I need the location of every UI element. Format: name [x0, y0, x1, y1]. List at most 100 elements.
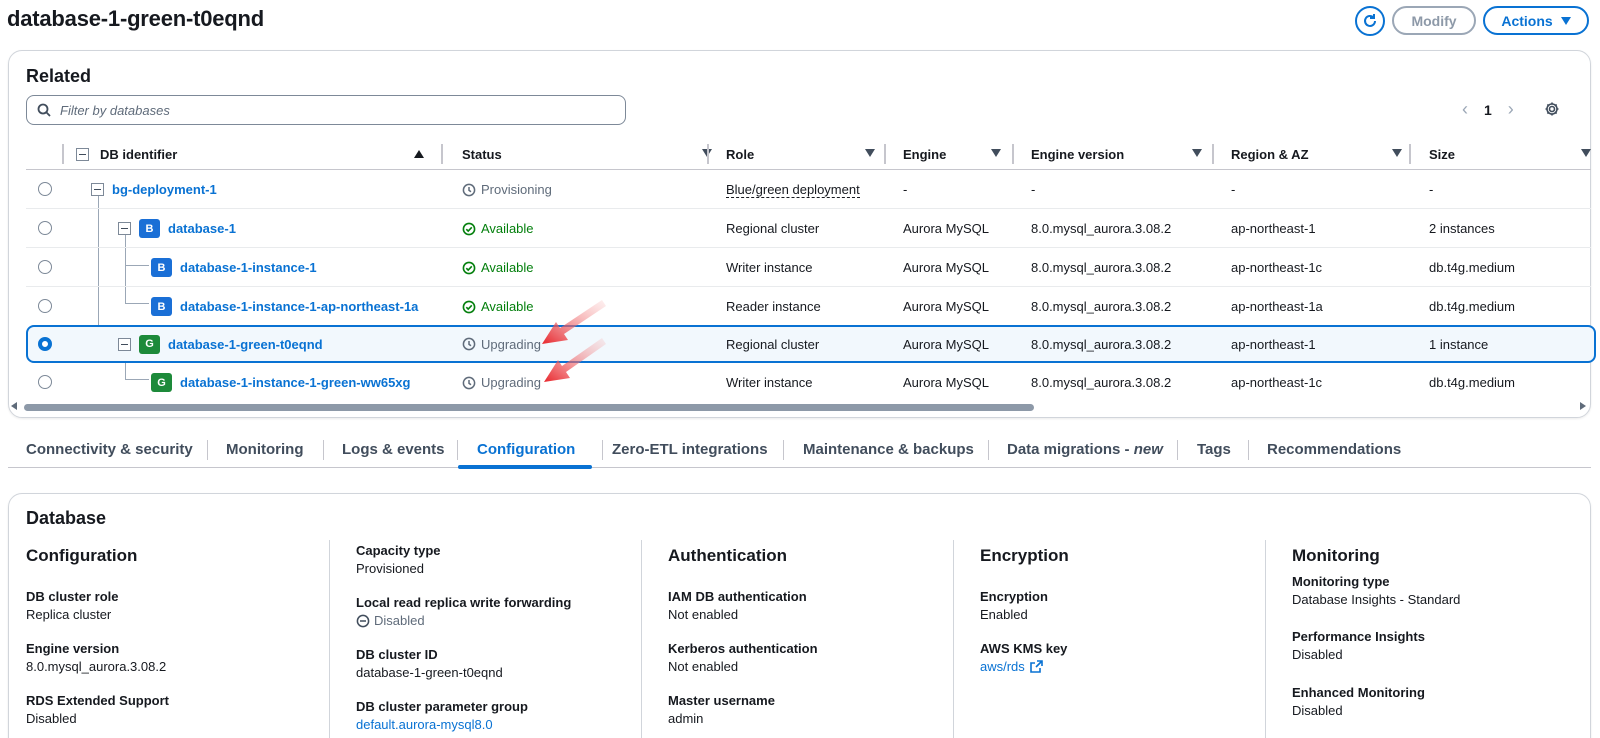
row-radio[interactable] — [38, 375, 52, 389]
engine-version-text: 8.0.mysql_aurora.3.08.2 — [1031, 260, 1172, 275]
engine-text: - — [903, 182, 908, 197]
tab-bar: Connectivity & security Monitoring Logs … — [8, 430, 1591, 468]
sort-icon — [991, 149, 1001, 157]
collapse-icon[interactable] — [91, 183, 104, 196]
field-value: Not enabled — [668, 659, 739, 674]
database-title: Database — [26, 508, 107, 528]
size-text: db.t4g.medium — [1429, 260, 1515, 275]
field-value: Provisioned — [356, 561, 424, 576]
column-db-identifier[interactable]: DB identifier — [76, 138, 436, 170]
db-identifier-link[interactable]: database-1-green-t0eqnd — [168, 337, 323, 352]
role-text: Reader instance — [726, 299, 821, 314]
role-text: Writer instance — [726, 260, 813, 275]
table-row[interactable]: B database-1-instance-1-ap-northeast-1a … — [26, 287, 1591, 326]
column-region-az[interactable]: Region & AZ — [1231, 138, 1426, 170]
clock-icon — [462, 183, 476, 196]
field-value: 8.0.mysql_aurora.3.08.2 — [26, 659, 167, 674]
field-label: Encryption — [980, 589, 1048, 604]
tab-data-migrations[interactable]: Data migrations - new — [1007, 430, 1163, 468]
filter-box[interactable] — [26, 95, 626, 125]
check-circle-icon — [462, 222, 476, 235]
table-header: DB identifier Status Role Engine Engine … — [26, 138, 1591, 170]
collapse-icon[interactable] — [118, 337, 131, 351]
column-role[interactable]: Role — [726, 138, 907, 170]
field-label: AWS KMS key — [980, 641, 1068, 656]
field-label: DB cluster role — [26, 589, 119, 604]
db-identifier-link[interactable]: database-1-instance-1-ap-northeast-1a — [180, 299, 418, 314]
status-text: Provisioning — [481, 182, 552, 197]
field-label: Enhanced Monitoring — [1292, 685, 1425, 700]
scroll-right-icon[interactable] — [1580, 402, 1586, 410]
status-text: Available — [481, 299, 534, 314]
collapse-icon[interactable] — [118, 222, 131, 235]
column-status[interactable]: Status — [462, 138, 722, 170]
engine-version-text: 8.0.mysql_aurora.3.08.2 — [1031, 375, 1172, 390]
current-page[interactable]: 1 — [1484, 102, 1492, 118]
new-label: new — [1133, 440, 1163, 458]
tab-logs-events[interactable]: Logs & events — [342, 430, 445, 468]
sort-icon — [1192, 149, 1202, 157]
tab-tags[interactable]: Tags — [1197, 430, 1231, 468]
engine-version-text: - — [1031, 182, 1036, 197]
prev-page-icon[interactable]: ‹ — [1462, 99, 1468, 120]
db-identifier-link[interactable]: database-1-instance-1 — [180, 260, 317, 275]
column-engine-version[interactable]: Engine version — [1031, 138, 1226, 170]
field-value: database-1-green-t0eqnd — [356, 665, 503, 680]
refresh-icon — [1364, 14, 1376, 27]
row-radio[interactable] — [38, 299, 52, 313]
sort-asc-icon — [414, 150, 424, 158]
clock-icon — [462, 337, 476, 351]
gear-icon[interactable] — [1544, 101, 1560, 120]
actions-button[interactable]: Actions — [1483, 6, 1589, 35]
configuration-heading: Configuration — [26, 546, 138, 565]
field-label: Monitoring type — [1292, 574, 1390, 589]
size-text: db.t4g.medium — [1429, 375, 1515, 390]
table-row[interactable]: bg-deployment-1 Provisioning Blue/green … — [26, 170, 1591, 209]
field-value: Database Insights - Standard — [1292, 592, 1461, 607]
active-tab-indicator — [458, 465, 592, 469]
clock-icon — [462, 376, 476, 389]
row-radio-selected[interactable] — [38, 337, 52, 351]
scroll-left-icon[interactable] — [11, 402, 17, 410]
check-circle-icon — [462, 300, 476, 313]
row-radio[interactable] — [38, 221, 52, 235]
tab-zero-etl[interactable]: Zero-ETL integrations — [612, 430, 768, 468]
modify-button[interactable]: Modify — [1392, 6, 1476, 35]
column-size[interactable]: Size — [1429, 138, 1591, 170]
green-badge-icon: G — [151, 373, 172, 392]
scrollbar-thumb[interactable] — [24, 404, 1034, 411]
table-row[interactable]: B database-1-instance-1 Available Writer… — [26, 248, 1591, 287]
next-page-icon[interactable]: › — [1508, 99, 1514, 120]
parameter-group-link[interactable]: default.aurora-mysql8.0 — [356, 717, 493, 732]
field-label: RDS Extended Support — [26, 693, 170, 708]
tab-recommendations[interactable]: Recommendations — [1267, 430, 1401, 468]
region-text: ap-northeast-1c — [1231, 260, 1323, 275]
table-row-selected[interactable]: G database-1-green-t0eqnd Upgrading Regi… — [26, 325, 1596, 363]
monitoring-heading: Monitoring — [1292, 546, 1380, 565]
db-identifier-link[interactable]: bg-deployment-1 — [112, 182, 217, 197]
row-radio[interactable] — [38, 182, 52, 196]
filter-input[interactable] — [60, 102, 600, 118]
collapse-all-icon[interactable] — [76, 147, 89, 161]
engine-version-text: 8.0.mysql_aurora.3.08.2 — [1031, 221, 1172, 236]
encryption-heading: Encryption — [980, 546, 1069, 565]
blue-badge-icon: B — [151, 297, 172, 316]
engine-version-text: 8.0.mysql_aurora.3.08.2 — [1031, 299, 1172, 314]
role-text[interactable]: Blue/green deployment — [726, 182, 860, 198]
field-label: Master username — [668, 693, 775, 708]
db-identifier-link[interactable]: database-1 — [168, 221, 236, 236]
caret-down-icon — [1560, 16, 1571, 25]
engine-version-text: 8.0.mysql_aurora.3.08.2 — [1031, 336, 1172, 352]
disabled-icon — [356, 614, 370, 627]
tab-connectivity[interactable]: Connectivity & security — [26, 430, 193, 468]
tab-maintenance[interactable]: Maintenance & backups — [803, 430, 974, 468]
row-radio[interactable] — [38, 260, 52, 274]
tab-configuration[interactable]: Configuration — [477, 430, 575, 468]
db-identifier-link[interactable]: database-1-instance-1-green-ww65xg — [180, 375, 410, 390]
field-label: DB cluster parameter group — [356, 699, 528, 714]
kms-key-link[interactable]: aws/rds — [980, 659, 1043, 674]
table-row[interactable]: B database-1 Available Regional cluster … — [26, 209, 1591, 248]
refresh-button[interactable] — [1355, 6, 1385, 36]
table-row[interactable]: G database-1-instance-1-green-ww65xg Upg… — [26, 363, 1591, 402]
tab-monitoring[interactable]: Monitoring — [226, 430, 303, 468]
